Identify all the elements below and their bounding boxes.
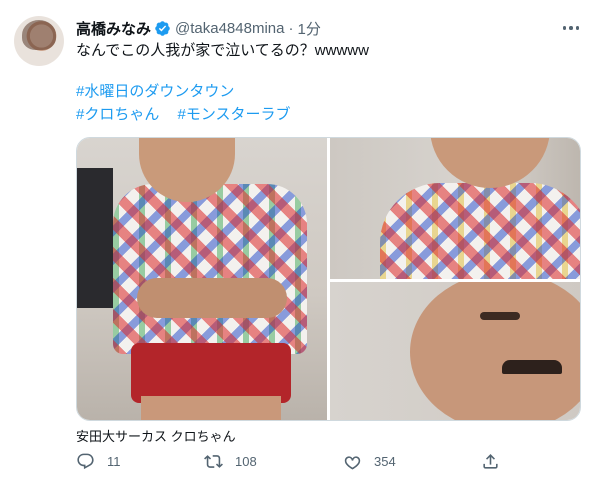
like-count: 354: [374, 454, 396, 469]
display-name[interactable]: 高橋みなみ: [76, 18, 151, 39]
hashtag-line: #水曜日のダウンタウン: [76, 82, 234, 102]
verified-badge-icon: [155, 20, 170, 36]
hashtag-link[interactable]: #水曜日のダウンタウン: [76, 83, 234, 100]
media-photo[interactable]: [330, 138, 580, 279]
like-icon: [344, 456, 361, 470]
retweet-icon: [204, 455, 223, 468]
reply-button[interactable]: 11: [76, 452, 121, 471]
hashtag-link[interactable]: #クロちゃん: [76, 106, 159, 123]
media-grid: [76, 137, 581, 421]
reply-count: 11: [107, 454, 121, 469]
reply-icon: [77, 453, 94, 470]
media-caption: 安田大サーカス クロちゃん: [76, 429, 236, 444]
retweet-button[interactable]: 108: [204, 452, 257, 471]
more-options-icon[interactable]: [560, 18, 582, 38]
share-button[interactable]: [481, 452, 500, 471]
timestamp[interactable]: 1分: [297, 18, 320, 39]
hashtag-line: #クロちゃん #モンスターラブ: [76, 105, 291, 125]
media-photo[interactable]: [330, 282, 580, 420]
tweet-text: なんでこの人我が家で泣いてるの？wwwww: [76, 42, 369, 59]
separator-dot: ·: [288, 19, 294, 37]
tweet: 高橋みなみ @taka4848mina · 1分 なんでこの人我が家で泣いてるの…: [0, 0, 597, 483]
retweet-count: 108: [235, 454, 257, 469]
handle[interactable]: @taka4848mina: [175, 20, 284, 37]
share-icon: [483, 454, 498, 469]
like-button[interactable]: 354: [343, 452, 396, 471]
tweet-header: 高橋みなみ @taka4848mina · 1分: [76, 17, 321, 39]
media-photo[interactable]: [77, 138, 327, 420]
hashtag-link[interactable]: #モンスターラブ: [178, 106, 291, 123]
avatar[interactable]: [14, 16, 64, 66]
tweet-actions: 11 108 354: [0, 452, 597, 476]
